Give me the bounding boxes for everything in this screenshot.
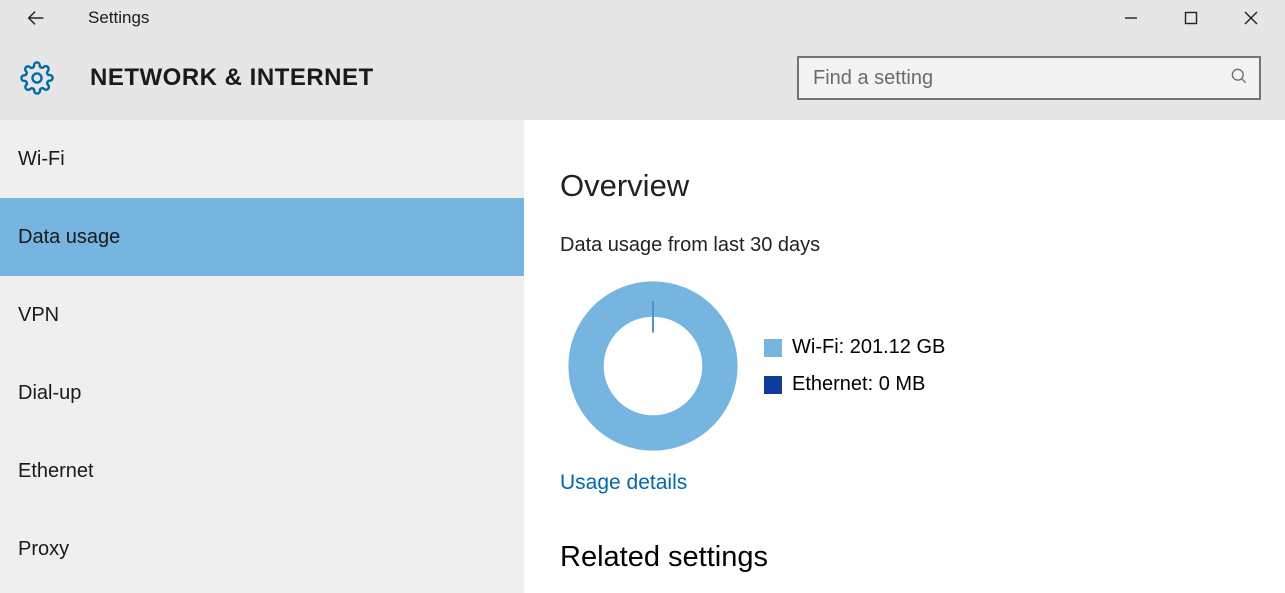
window-title: Settings (88, 8, 149, 28)
swatch-wifi (764, 339, 782, 357)
legend-row-ethernet: Ethernet: 0 MB (764, 373, 945, 396)
settings-gear-icon (18, 59, 56, 97)
sidebar-item-label: Proxy (18, 538, 69, 561)
header: NETWORK & INTERNET (0, 36, 1285, 120)
sidebar-item-label: Data usage (18, 226, 120, 249)
minimize-icon (1124, 11, 1138, 25)
sidebar-item-dialup[interactable]: Dial-up (0, 354, 524, 432)
legend-ethernet-label: Ethernet: 0 MB (792, 373, 925, 396)
minimize-button[interactable] (1101, 0, 1161, 36)
related-settings-heading: Related settings (560, 541, 1285, 574)
usage-details-link[interactable]: Usage details (560, 471, 687, 495)
maximize-button[interactable] (1161, 0, 1221, 36)
back-button[interactable] (18, 0, 54, 36)
usage-chart-row: Wi-Fi: 201.12 GB Ethernet: 0 MB (560, 273, 1285, 459)
chart-legend: Wi-Fi: 201.12 GB Ethernet: 0 MB (764, 322, 945, 410)
maximize-icon (1184, 11, 1198, 25)
window-controls (1101, 0, 1281, 36)
sidebar-item-label: VPN (18, 304, 59, 327)
main-content: Overview Data usage from last 30 days Wi… (524, 120, 1285, 593)
swatch-ethernet (764, 376, 782, 394)
sidebar-item-label: Ethernet (18, 460, 94, 483)
sidebar-item-ethernet[interactable]: Ethernet (0, 432, 524, 510)
back-arrow-icon (25, 7, 47, 29)
search-box[interactable] (797, 56, 1261, 100)
usage-period-text: Data usage from last 30 days (560, 234, 1285, 257)
sidebar-item-vpn[interactable]: VPN (0, 276, 524, 354)
sidebar-item-label: Wi-Fi (18, 148, 65, 171)
sidebar-item-data-usage[interactable]: Data usage (0, 198, 524, 276)
search-input[interactable] (813, 67, 1229, 90)
titlebar: Settings (0, 0, 1285, 36)
legend-row-wifi: Wi-Fi: 201.12 GB (764, 336, 945, 359)
sidebar: Wi-Fi Data usage VPN Dial-up Ethernet Pr… (0, 120, 524, 593)
search-icon (1229, 66, 1249, 91)
legend-wifi-label: Wi-Fi: 201.12 GB (792, 336, 945, 359)
overview-heading: Overview (560, 168, 1285, 204)
page-title: NETWORK & INTERNET (90, 64, 374, 92)
data-usage-donut-chart (560, 273, 746, 459)
sidebar-item-proxy[interactable]: Proxy (0, 510, 524, 588)
close-button[interactable] (1221, 0, 1281, 36)
close-icon (1244, 11, 1258, 25)
content-area: Wi-Fi Data usage VPN Dial-up Ethernet Pr… (0, 120, 1285, 593)
sidebar-item-wifi[interactable]: Wi-Fi (0, 120, 524, 198)
sidebar-item-label: Dial-up (18, 382, 81, 405)
